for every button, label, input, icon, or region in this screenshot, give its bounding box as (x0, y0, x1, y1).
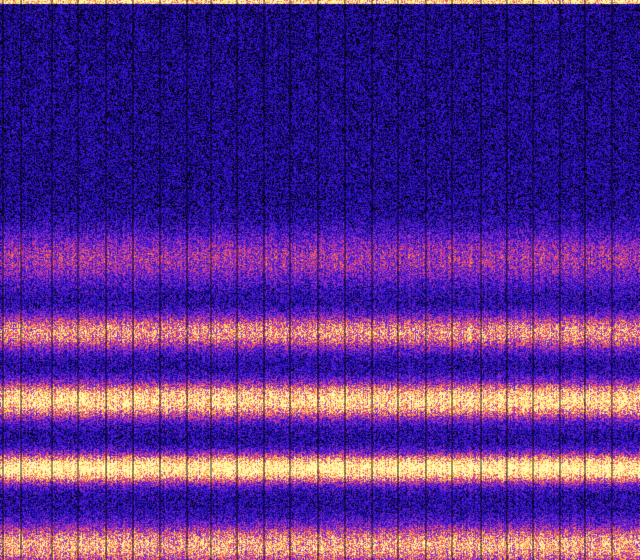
column-divider-grid (2, 0, 613, 560)
